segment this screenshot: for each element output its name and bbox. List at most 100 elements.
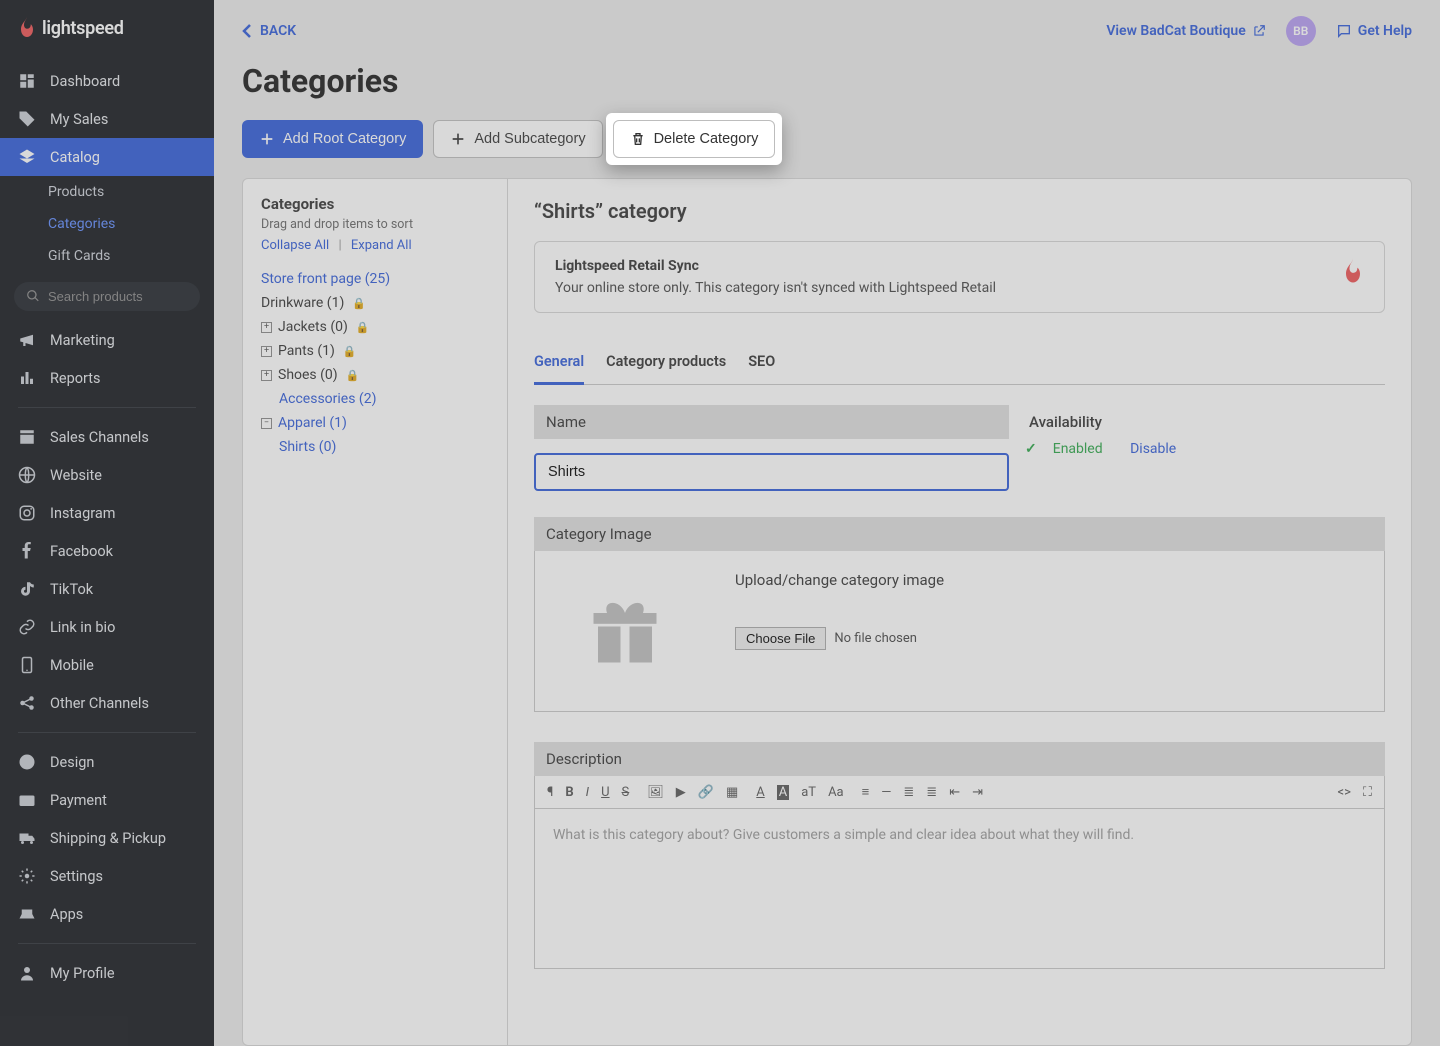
sidebar-item-catalog[interactable]: Catalog bbox=[0, 138, 214, 176]
sidebar-item-profile[interactable]: My Profile bbox=[0, 954, 214, 992]
fullscreen-icon[interactable]: ⛶ bbox=[1363, 785, 1372, 800]
sidebar-item-payment[interactable]: Payment bbox=[0, 781, 214, 819]
ol-icon[interactable]: ≣ bbox=[926, 785, 937, 800]
sidebar-item-mysales[interactable]: My Sales bbox=[0, 100, 214, 138]
ul-icon[interactable]: ≣ bbox=[903, 785, 914, 800]
sidebar-label: Dashboard bbox=[50, 73, 120, 90]
expand-icon[interactable]: + bbox=[261, 322, 272, 333]
user-avatar[interactable]: BB bbox=[1286, 16, 1316, 46]
sidebar-item-tiktok[interactable]: TikTok bbox=[0, 570, 214, 608]
delete-category-button[interactable]: Delete Category bbox=[613, 120, 776, 158]
sub-item-products[interactable]: Products bbox=[48, 176, 214, 208]
bold-icon[interactable]: B bbox=[565, 785, 573, 800]
search-input[interactable] bbox=[14, 282, 200, 311]
sub-item-categories[interactable]: Categories bbox=[48, 208, 214, 240]
indent-icon[interactable]: ⇥ bbox=[972, 785, 983, 800]
table-icon[interactable]: ▦ bbox=[726, 785, 738, 800]
sidebar: lightspeed Dashboard My Sales Catalog Pr… bbox=[0, 0, 214, 1046]
plus-icon bbox=[450, 131, 466, 147]
tiktok-icon bbox=[18, 580, 36, 598]
chat-icon bbox=[1336, 23, 1352, 39]
lock-icon: 🔒 bbox=[356, 321, 370, 334]
link-icon[interactable]: 🔗 bbox=[698, 785, 714, 800]
add-subcategory-button[interactable]: Add Subcategory bbox=[433, 120, 602, 158]
align-icon[interactable]: ≡ bbox=[862, 784, 870, 800]
choose-file-button[interactable]: Choose File bbox=[735, 627, 826, 650]
sidebar-item-mobile[interactable]: Mobile bbox=[0, 646, 214, 684]
tree-item-pants[interactable]: +Pants (1)🔒 bbox=[261, 339, 489, 363]
sidebar-item-reports[interactable]: Reports bbox=[0, 359, 214, 397]
hr-icon[interactable]: — bbox=[881, 785, 891, 800]
divider bbox=[18, 407, 196, 408]
chart-icon bbox=[18, 369, 36, 387]
tree-item-apparel[interactable]: −Apparel (1) bbox=[261, 411, 489, 435]
share-icon bbox=[18, 694, 36, 712]
paragraph-icon[interactable]: ¶ bbox=[547, 785, 553, 800]
sidebar-item-shipping[interactable]: Shipping & Pickup bbox=[0, 819, 214, 857]
sidebar-label: Shipping & Pickup bbox=[50, 830, 166, 847]
flame-icon bbox=[1342, 258, 1364, 286]
outdent-icon[interactable]: ⇤ bbox=[949, 785, 960, 800]
tab-general[interactable]: General bbox=[534, 343, 584, 385]
image-icon[interactable]: 🖼 bbox=[647, 785, 664, 800]
video-icon[interactable]: ▶ bbox=[676, 785, 686, 800]
tab-category-products[interactable]: Category products bbox=[606, 343, 726, 385]
category-name-input[interactable] bbox=[534, 453, 1009, 491]
divider bbox=[18, 732, 196, 733]
chevron-left-icon bbox=[242, 24, 252, 38]
file-status: No file chosen bbox=[834, 631, 917, 646]
sidebar-item-dashboard[interactable]: Dashboard bbox=[0, 62, 214, 100]
button-label: Add Subcategory bbox=[474, 131, 585, 147]
tree-item-shoes[interactable]: +Shoes (0)🔒 bbox=[261, 363, 489, 387]
expand-icon[interactable]: + bbox=[261, 346, 272, 357]
sub-item-giftcards[interactable]: Gift Cards bbox=[48, 240, 214, 272]
sidebar-item-linkinbio[interactable]: Link in bio bbox=[0, 608, 214, 646]
tree-title: Categories bbox=[261, 195, 489, 213]
sidebar-item-instagram[interactable]: Instagram bbox=[0, 494, 214, 532]
sidebar-item-website[interactable]: Website bbox=[0, 456, 214, 494]
tab-seo[interactable]: SEO bbox=[748, 343, 775, 385]
sidebar-item-settings[interactable]: Settings bbox=[0, 857, 214, 895]
textcolor-icon[interactable]: A bbox=[756, 785, 764, 800]
expand-all-link[interactable]: Expand All bbox=[351, 238, 412, 253]
tree-item-storefront[interactable]: Store front page (25) bbox=[261, 267, 489, 291]
underline-icon[interactable]: U bbox=[601, 785, 609, 800]
sidebar-item-apps[interactable]: Apps bbox=[0, 895, 214, 933]
sidebar-label: Link in bio bbox=[50, 619, 115, 636]
description-editor[interactable]: What is this category about? Give custom… bbox=[534, 809, 1385, 969]
sidebar-label: My Sales bbox=[50, 111, 108, 128]
sidebar-item-design[interactable]: Design bbox=[0, 743, 214, 781]
fontfamily-icon[interactable]: Aa bbox=[828, 785, 844, 800]
sidebar-item-other[interactable]: Other Channels bbox=[0, 684, 214, 722]
page-title: Categories bbox=[242, 62, 1412, 100]
sidebar-item-facebook[interactable]: Facebook bbox=[0, 532, 214, 570]
editor-toolbar: ¶ B I U S 🖼 ▶ 🔗 ▦ A bbox=[534, 776, 1385, 809]
view-store-link[interactable]: View BadCat Boutique bbox=[1106, 23, 1265, 39]
megaphone-icon bbox=[18, 331, 36, 349]
get-help-link[interactable]: Get Help bbox=[1336, 23, 1412, 39]
tree-item-jackets[interactable]: +Jackets (0)🔒 bbox=[261, 315, 489, 339]
add-root-category-button[interactable]: Add Root Category bbox=[242, 120, 423, 158]
sidebar-label: Instagram bbox=[50, 505, 115, 522]
gear-icon bbox=[18, 867, 36, 885]
bgcolor-icon[interactable]: A bbox=[777, 785, 789, 800]
expand-icon[interactable]: + bbox=[261, 370, 272, 381]
sidebar-item-channels[interactable]: Sales Channels bbox=[0, 418, 214, 456]
tree-item-shirts[interactable]: Shirts (0) bbox=[261, 435, 489, 459]
collapse-icon[interactable]: − bbox=[261, 418, 272, 429]
sidebar-label: Mobile bbox=[50, 657, 94, 674]
enabled-status: ✓ Enabled bbox=[1025, 441, 1115, 457]
fontsize-icon[interactable]: aT bbox=[801, 785, 816, 800]
italic-icon[interactable]: I bbox=[586, 785, 589, 800]
tree-item-accessories[interactable]: Accessories (2) bbox=[261, 387, 489, 411]
disable-link[interactable]: Disable bbox=[1130, 441, 1176, 457]
search-icon bbox=[26, 289, 40, 303]
help-label: Get Help bbox=[1358, 23, 1412, 39]
sidebar-item-marketing[interactable]: Marketing bbox=[0, 321, 214, 359]
sidebar-label: Reports bbox=[50, 370, 101, 387]
tree-item-drinkware[interactable]: Drinkware (1)🔒 bbox=[261, 291, 489, 315]
strike-icon[interactable]: S bbox=[622, 785, 630, 800]
collapse-all-link[interactable]: Collapse All bbox=[261, 238, 329, 253]
back-link[interactable]: BACK bbox=[242, 23, 296, 39]
code-icon[interactable]: <> bbox=[1337, 785, 1350, 800]
